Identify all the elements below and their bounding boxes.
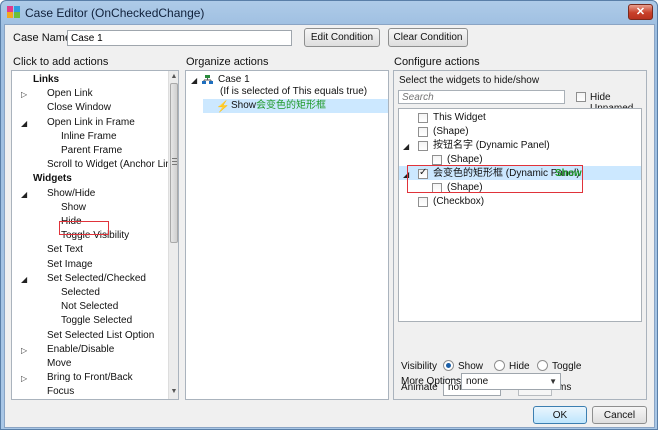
case-name-input[interactable] xyxy=(67,30,292,46)
expanded-triangle-icon[interactable]: ◢ xyxy=(403,142,409,151)
collapsed-triangle-icon[interactable]: ▷ xyxy=(21,346,27,355)
widget-search-input[interactable] xyxy=(398,90,565,104)
window-title: Case Editor (OnCheckedChange) xyxy=(25,6,205,20)
chevron-down-icon: ▼ xyxy=(549,377,557,386)
visibility-toggle-label: Toggle xyxy=(552,361,582,372)
action-item[interactable]: Set Image xyxy=(47,258,93,272)
action-item[interactable]: Scroll to Widget (Anchor Link) xyxy=(47,158,178,172)
widget-list: This Widget (Shape) ◢ 按钮名字 (Dynamic Panel) (… xyxy=(398,108,642,322)
visibility-label: Visibility xyxy=(401,361,437,372)
action-item[interactable]: Move xyxy=(47,357,71,371)
case-tree-icon xyxy=(202,75,213,85)
scroll-thumb[interactable] xyxy=(170,83,178,243)
collapsed-triangle-icon[interactable]: ▷ xyxy=(21,90,27,99)
dialog-body: Case Name Edit Condition Clear Condition… xyxy=(4,24,655,428)
clear-condition-button[interactable]: Clear Condition xyxy=(388,28,468,47)
more-options-label: More Options xyxy=(401,376,462,387)
widget-label[interactable]: (Checkbox) xyxy=(433,195,484,209)
action-item[interactable]: Set Selected/Checked xyxy=(47,272,146,286)
action-item[interactable]: Bring to Front/Back xyxy=(47,371,133,385)
widget-checkbox[interactable] xyxy=(418,127,428,137)
title-bar[interactable]: Case Editor (OnCheckedChange) ✕ xyxy=(1,1,657,23)
action-item[interactable]: Open Link xyxy=(47,87,93,101)
dynamic-panel-highlight xyxy=(407,165,583,193)
case-condition: (If is selected of This equals true) xyxy=(220,86,368,97)
collapsed-triangle-icon[interactable]: ▷ xyxy=(21,374,27,383)
case-editor-window: Case Editor (OnCheckedChange) ✕ Case Nam… xyxy=(0,0,658,430)
actions-scrollbar[interactable]: ▲ ▼ xyxy=(168,71,178,399)
action-item[interactable]: Open Link in Frame xyxy=(47,116,135,130)
widget-label[interactable]: (Shape) xyxy=(433,125,469,139)
action-target: 会变色的矩形框 xyxy=(256,100,326,111)
middle-panel-header: Organize actions xyxy=(186,56,269,68)
cancel-button[interactable]: Cancel xyxy=(592,406,647,424)
more-options-value: none xyxy=(466,376,489,387)
visibility-toggle-radio[interactable] xyxy=(537,360,548,371)
edit-condition-button[interactable]: Edit Condition xyxy=(304,28,380,47)
widget-label[interactable]: 按钮名字 (Dynamic Panel) xyxy=(433,139,550,153)
action-item[interactable]: Selected xyxy=(61,286,100,300)
actions-tree: ◢ Links ▷ Open LinkClose Window ◢ Open Link i… xyxy=(11,70,179,400)
ok-button[interactable]: OK xyxy=(533,406,587,424)
axure-app-icon xyxy=(7,6,20,18)
scroll-up-icon[interactable]: ▲ xyxy=(169,72,178,82)
close-button[interactable]: ✕ xyxy=(628,4,653,20)
more-options-select[interactable]: none ▼ xyxy=(461,373,561,390)
action-item[interactable]: Close Window xyxy=(47,101,111,115)
widget-checkbox[interactable] xyxy=(418,141,428,151)
widget-checkbox[interactable] xyxy=(418,113,428,123)
action-item[interactable]: Focus xyxy=(47,385,74,399)
action-item[interactable]: Show/Hide xyxy=(47,187,95,201)
widget-checkbox[interactable] xyxy=(432,155,442,165)
show-action-highlight xyxy=(59,221,109,235)
widget-label[interactable]: This Widget xyxy=(433,111,486,125)
widgets-subheader: Select the widgets to hide/show xyxy=(399,75,540,86)
organize-actions-tree: ◢ Case 1 (If is selected of This equals … xyxy=(185,70,389,400)
scroll-down-icon[interactable]: ▼ xyxy=(169,387,178,397)
left-panel-header: Click to add actions xyxy=(13,56,109,68)
widget-checkbox[interactable] xyxy=(418,197,428,207)
case-expander-icon[interactable]: ◢ xyxy=(191,76,197,85)
visibility-hide-label: Hide xyxy=(509,361,530,372)
action-item[interactable]: Widgets xyxy=(33,172,72,186)
action-verb: Show xyxy=(231,100,257,111)
action-item[interactable]: Set Selected List Option xyxy=(47,329,154,343)
action-item[interactable]: Not Selected xyxy=(61,300,118,314)
action-item[interactable]: Parent Frame xyxy=(61,144,122,158)
close-icon: ✕ xyxy=(635,6,646,18)
lightning-icon: ⚡ xyxy=(216,101,230,113)
action-item[interactable]: Inline Frame xyxy=(61,130,117,144)
case-name-label: Case Name xyxy=(13,32,72,44)
action-item[interactable]: Toggle Selected xyxy=(61,314,132,328)
right-panel-header: Configure actions xyxy=(394,56,480,68)
expanded-triangle-icon[interactable]: ◢ xyxy=(21,190,27,199)
action-item[interactable]: Links xyxy=(33,73,59,87)
expanded-triangle-icon[interactable]: ◢ xyxy=(21,275,27,284)
expanded-triangle-icon[interactable]: ◢ xyxy=(21,119,27,128)
visibility-hide-radio[interactable] xyxy=(494,360,505,371)
configure-actions-panel: Select the widgets to hide/show Hide Unn… xyxy=(393,70,647,400)
visibility-show-label: Show xyxy=(458,361,484,372)
action-item[interactable]: Enable/Disable xyxy=(47,343,114,357)
action-item[interactable]: Set Text xyxy=(47,243,83,257)
hide-unnamed-checkbox[interactable] xyxy=(576,92,586,102)
action-item[interactable]: Show xyxy=(61,201,86,215)
visibility-show-radio[interactable] xyxy=(443,360,454,371)
